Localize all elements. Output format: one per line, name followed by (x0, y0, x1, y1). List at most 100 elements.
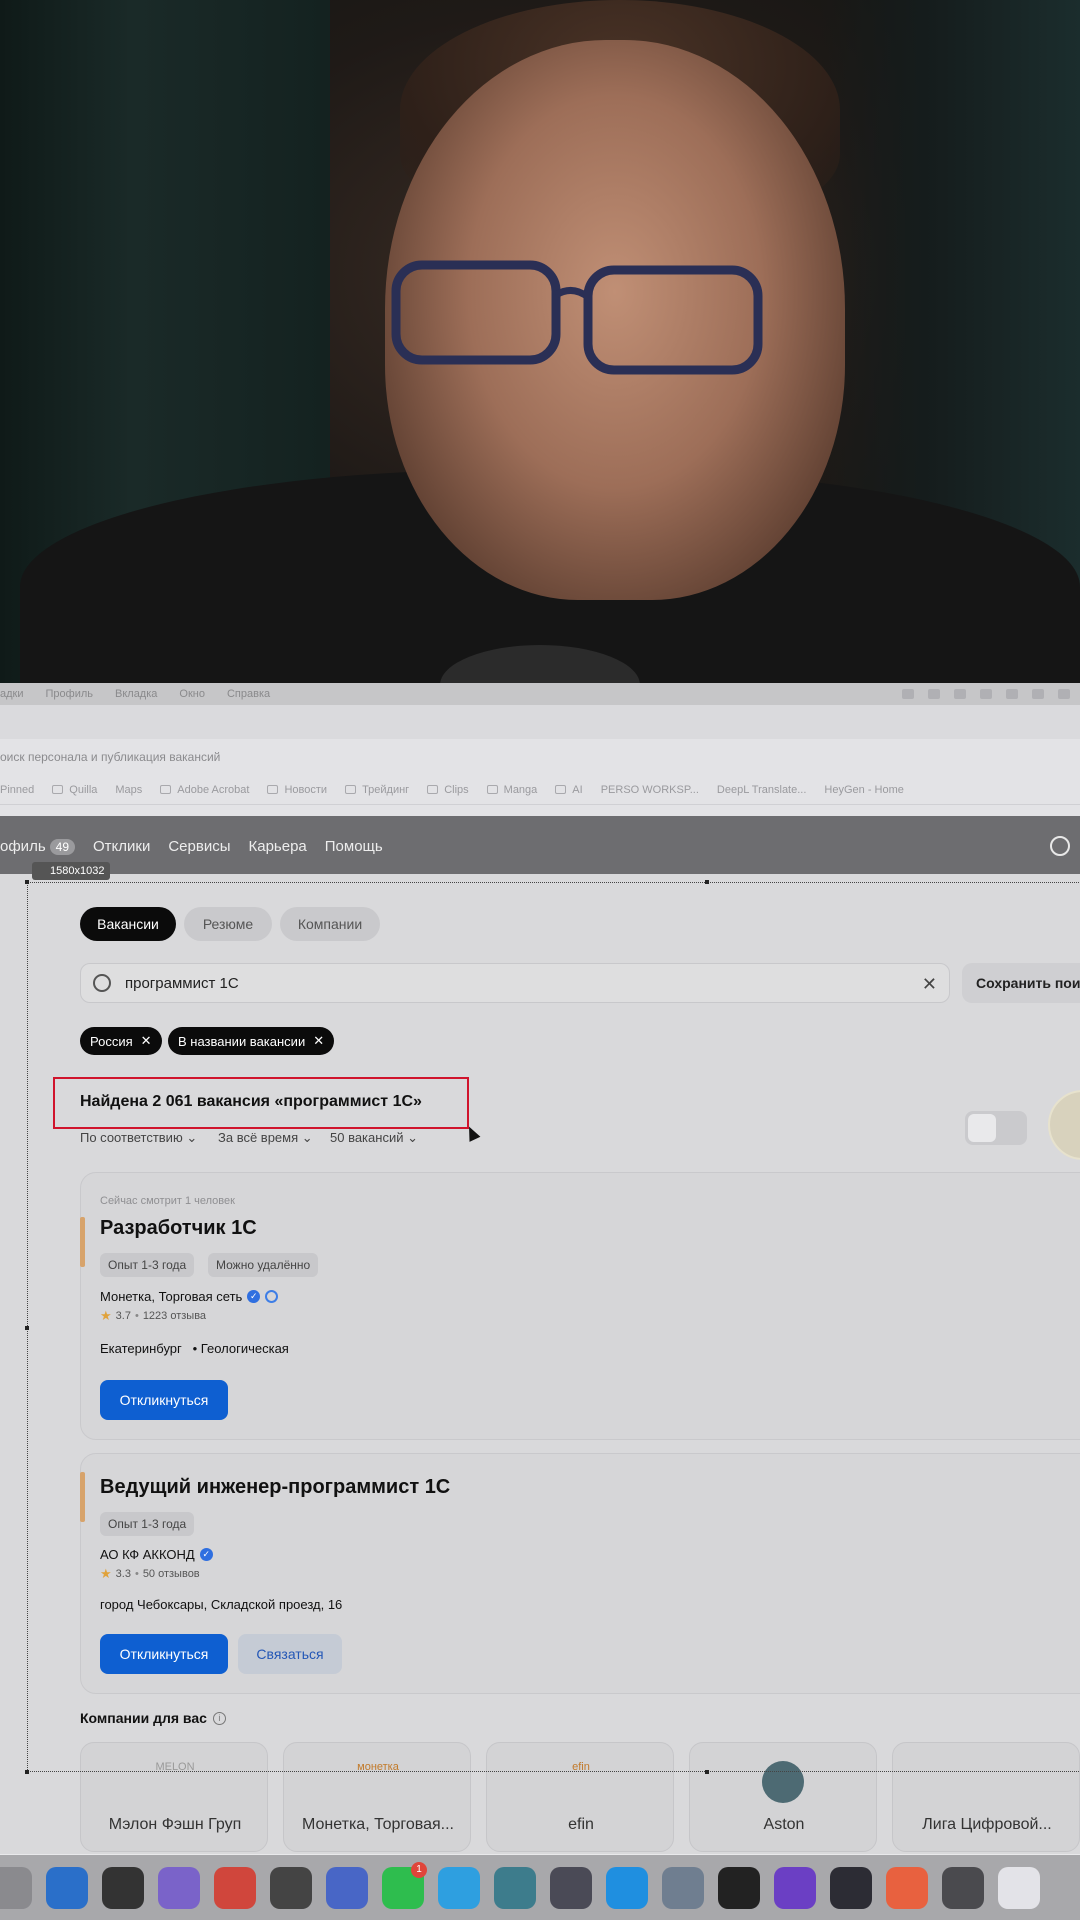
tray-icon[interactable] (1006, 689, 1018, 699)
bookmark[interactable]: Manga (486, 784, 537, 796)
experience-tag: Опыт 1-3 года (100, 1512, 195, 1536)
company-link[interactable]: АО КФ АККОНД ✓ (100, 1547, 213, 1562)
info-icon[interactable]: i (212, 1711, 226, 1725)
company-name: Монетка, Торговая... (302, 1816, 454, 1833)
screen: адки Профиль Вкладка Окно Справка оиск п… (0, 0, 1080, 1920)
job-card[interactable]: Сейчас смотрит 1 человек Разработчик 1С … (80, 1172, 1080, 1440)
nav-help[interactable]: Помощь (325, 838, 383, 855)
contact-button[interactable]: Связаться (238, 1634, 342, 1674)
dock-app-icon[interactable] (886, 1866, 928, 1909)
job-title[interactable]: Разработчик 1С (100, 1217, 257, 1240)
location: город Чебоксары, Складской проезд, 16 (100, 1597, 343, 1612)
dock-app-icon[interactable] (158, 1866, 200, 1909)
menu-item[interactable]: Профиль (46, 688, 94, 700)
highlight-accent (80, 1472, 85, 1522)
menu-item[interactable]: Вкладка (115, 688, 157, 700)
selection-handle[interactable] (25, 1326, 29, 1330)
save-search-button[interactable]: Сохранить пои (962, 963, 1080, 1003)
close-icon[interactable]: ✕ (922, 974, 937, 995)
apply-button[interactable]: Откликнуться (100, 1634, 228, 1674)
per-page-dropdown[interactable]: 50 вакансий ⌄ (330, 1130, 418, 1146)
menu-item[interactable]: адки (0, 688, 24, 700)
nav-services[interactable]: Сервисы (168, 838, 230, 855)
sort-relevance-dropdown[interactable]: По соответствию ⌄ (80, 1130, 197, 1146)
selection-handle[interactable] (25, 880, 29, 884)
mac-menubar: адки Профиль Вкладка Окно Справка (0, 683, 1080, 705)
nav-responses[interactable]: Отклики (93, 838, 150, 855)
bookmark[interactable]: HeyGen - Home (824, 784, 903, 796)
selection-handle[interactable] (705, 1770, 709, 1774)
selection-handle[interactable] (705, 880, 709, 884)
selection-size-label: 1580x1032 (32, 862, 111, 880)
bookmark[interactable]: Adobe Acrobat (160, 784, 249, 796)
dock-app-icon[interactable] (774, 1866, 816, 1909)
whatsapp-icon[interactable]: 1 (382, 1861, 427, 1909)
dock-app-icon[interactable] (46, 1866, 88, 1909)
dock-app-icon[interactable] (718, 1866, 760, 1909)
bookmark[interactable]: Трейдинг (345, 784, 409, 796)
tray-icon[interactable] (902, 689, 914, 699)
dock-app-icon[interactable] (550, 1866, 592, 1909)
tray-icon[interactable] (1058, 689, 1070, 699)
selection-handle[interactable] (25, 1770, 29, 1774)
bookmarks-bar: Pinned Quilla Maps Adobe Acrobat Новости… (0, 775, 1080, 805)
job-card[interactable]: Ведущий инженер-программист 1С Опыт 1-3 … (80, 1453, 1080, 1694)
search-input[interactable]: программист 1С ✕ (80, 963, 950, 1003)
dock-app-icon[interactable] (270, 1866, 312, 1909)
companies-heading: Компании для вас i (80, 1710, 226, 1726)
bookmark[interactable]: Новости (267, 784, 327, 796)
company-name: efin (568, 1816, 594, 1833)
bookmark[interactable]: Clips (427, 784, 469, 796)
dock-app-icon[interactable] (942, 1866, 984, 1909)
company-link[interactable]: Монетка, Торговая сеть ✓ (100, 1289, 279, 1304)
company-logo (957, 1761, 1017, 1781)
company-card[interactable]: Aston (689, 1742, 877, 1852)
bookmark[interactable]: AI (555, 784, 583, 796)
menu-item[interactable]: Окно (179, 688, 205, 700)
bookmark[interactable]: DeepL Translate... (717, 784, 806, 796)
dock-app-icon[interactable] (0, 1866, 32, 1909)
company-card[interactable]: MELON Мэлон Фэшн Груп (80, 1742, 268, 1852)
bookmark[interactable]: PERSO WORKSP... (601, 784, 699, 796)
dock-app-icon[interactable] (326, 1866, 368, 1909)
tray-icon[interactable] (954, 689, 966, 699)
tab-resume[interactable]: Резюме (184, 907, 272, 941)
filter-chip[interactable]: В названии вакансии ✕ (168, 1027, 335, 1055)
nav-profile[interactable]: офиль 49 (0, 838, 75, 855)
dock-app-icon[interactable] (214, 1866, 256, 1909)
tab-vacancies[interactable]: Вакансии (80, 907, 176, 941)
dock-app-icon[interactable] (662, 1866, 704, 1909)
reviews-link[interactable]: 50 отзывов (143, 1568, 200, 1580)
company-name: Лига Цифровой... (922, 1816, 1052, 1833)
telegram-icon[interactable] (438, 1866, 480, 1909)
filter-chip[interactable]: Россия ✕ (80, 1027, 162, 1055)
tray-icon[interactable] (928, 689, 940, 699)
tab-companies[interactable]: Компании (280, 907, 380, 941)
nav-career[interactable]: Карьера (249, 838, 307, 855)
bookmark[interactable]: Pinned (0, 784, 34, 796)
notification-badge: 1 (411, 1861, 427, 1878)
star-icon: ★ (100, 1308, 112, 1323)
menu-item[interactable]: Справка (227, 688, 270, 700)
view-toggle[interactable] (965, 1111, 1027, 1145)
bookmark[interactable]: Quilla (52, 784, 97, 796)
dock-app-icon[interactable] (998, 1866, 1040, 1909)
dock-app-icon[interactable] (102, 1866, 144, 1909)
dock-app-icon[interactable] (830, 1866, 872, 1909)
company-card[interactable]: efin efin (486, 1742, 674, 1852)
list-view-icon[interactable] (968, 1114, 996, 1142)
tray-icon[interactable] (980, 689, 992, 699)
docker-icon[interactable] (606, 1866, 648, 1909)
sort-period-dropdown[interactable]: За всё время ⌄ (218, 1130, 313, 1146)
reviews-link[interactable]: 1223 отзыва (143, 1310, 206, 1322)
apply-button[interactable]: Откликнуться (100, 1380, 228, 1420)
mac-dock: 1 (0, 1855, 1080, 1920)
company-logo: efin (572, 1761, 590, 1773)
search-icon[interactable] (1050, 836, 1070, 856)
company-card[interactable]: монетка Монетка, Торговая... (283, 1742, 471, 1852)
bookmark[interactable]: Maps (115, 784, 142, 796)
tray-icon[interactable] (1032, 689, 1044, 699)
job-title[interactable]: Ведущий инженер-программист 1С (100, 1476, 450, 1499)
company-card[interactable]: Лига Цифровой... (892, 1742, 1080, 1852)
dock-app-icon[interactable] (494, 1866, 536, 1909)
